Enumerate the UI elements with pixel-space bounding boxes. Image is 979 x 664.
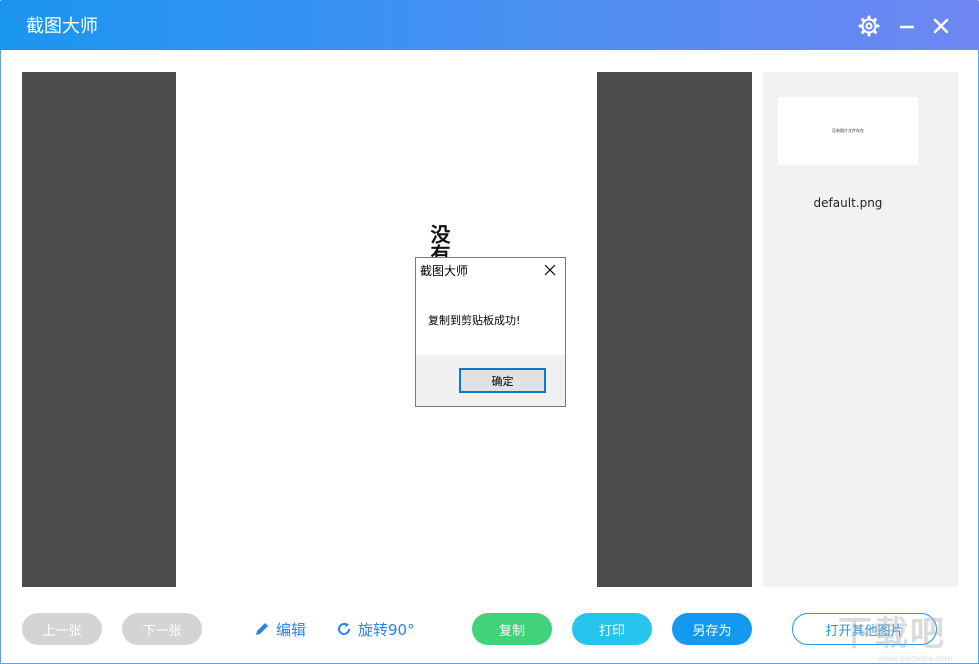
minimize-icon[interactable] — [896, 15, 918, 37]
edit-label: 编辑 — [276, 619, 306, 640]
dialog-message: 复制到剪贴板成功! — [428, 312, 520, 328]
rotate-label: 旋转90° — [358, 619, 415, 640]
thumbnail-item[interactable]: 没有图片文件存在 — [778, 97, 918, 165]
gear-icon[interactable] — [858, 15, 880, 37]
image-viewer[interactable]: 没有 — [22, 72, 752, 587]
thumbnail-preview-text: 没有图片文件存在 — [832, 128, 864, 134]
viewer-padding-right — [597, 72, 752, 587]
edit-button[interactable]: 编辑 — [254, 616, 306, 642]
rotate-button[interactable]: 旋转90° — [336, 616, 415, 642]
thumbnail-panel: 没有图片文件存在 default.png — [763, 72, 958, 587]
rotate-icon — [336, 621, 352, 637]
prev-image-button[interactable]: 上一张 — [22, 613, 102, 645]
watermark-sub: www.xiazaiba.com — [878, 654, 952, 663]
copy-button[interactable]: 复制 — [472, 613, 552, 645]
dialog-close-icon[interactable] — [542, 262, 558, 278]
next-image-button[interactable]: 下一张 — [122, 613, 202, 645]
message-dialog: 截图大师 复制到剪贴板成功! 确定 — [415, 257, 566, 407]
viewer-padding-left — [22, 72, 176, 587]
title-bar: 截图大师 — [0, 0, 979, 50]
dialog-ok-button[interactable]: 确定 — [459, 368, 546, 393]
dialog-footer: 确定 — [416, 355, 565, 406]
pencil-icon — [254, 621, 270, 637]
thumbnail-filename: default.png — [763, 196, 933, 210]
dialog-title: 截图大师 — [420, 262, 468, 279]
close-icon[interactable] — [930, 15, 952, 37]
watermark-text: 下载吧 — [838, 606, 946, 655]
print-button[interactable]: 打印 — [572, 613, 652, 645]
watermark: 下载吧 www.xiazaiba.com — [838, 606, 978, 664]
app-title: 截图大师 — [26, 12, 98, 38]
save-as-button[interactable]: 另存为 — [672, 613, 752, 645]
